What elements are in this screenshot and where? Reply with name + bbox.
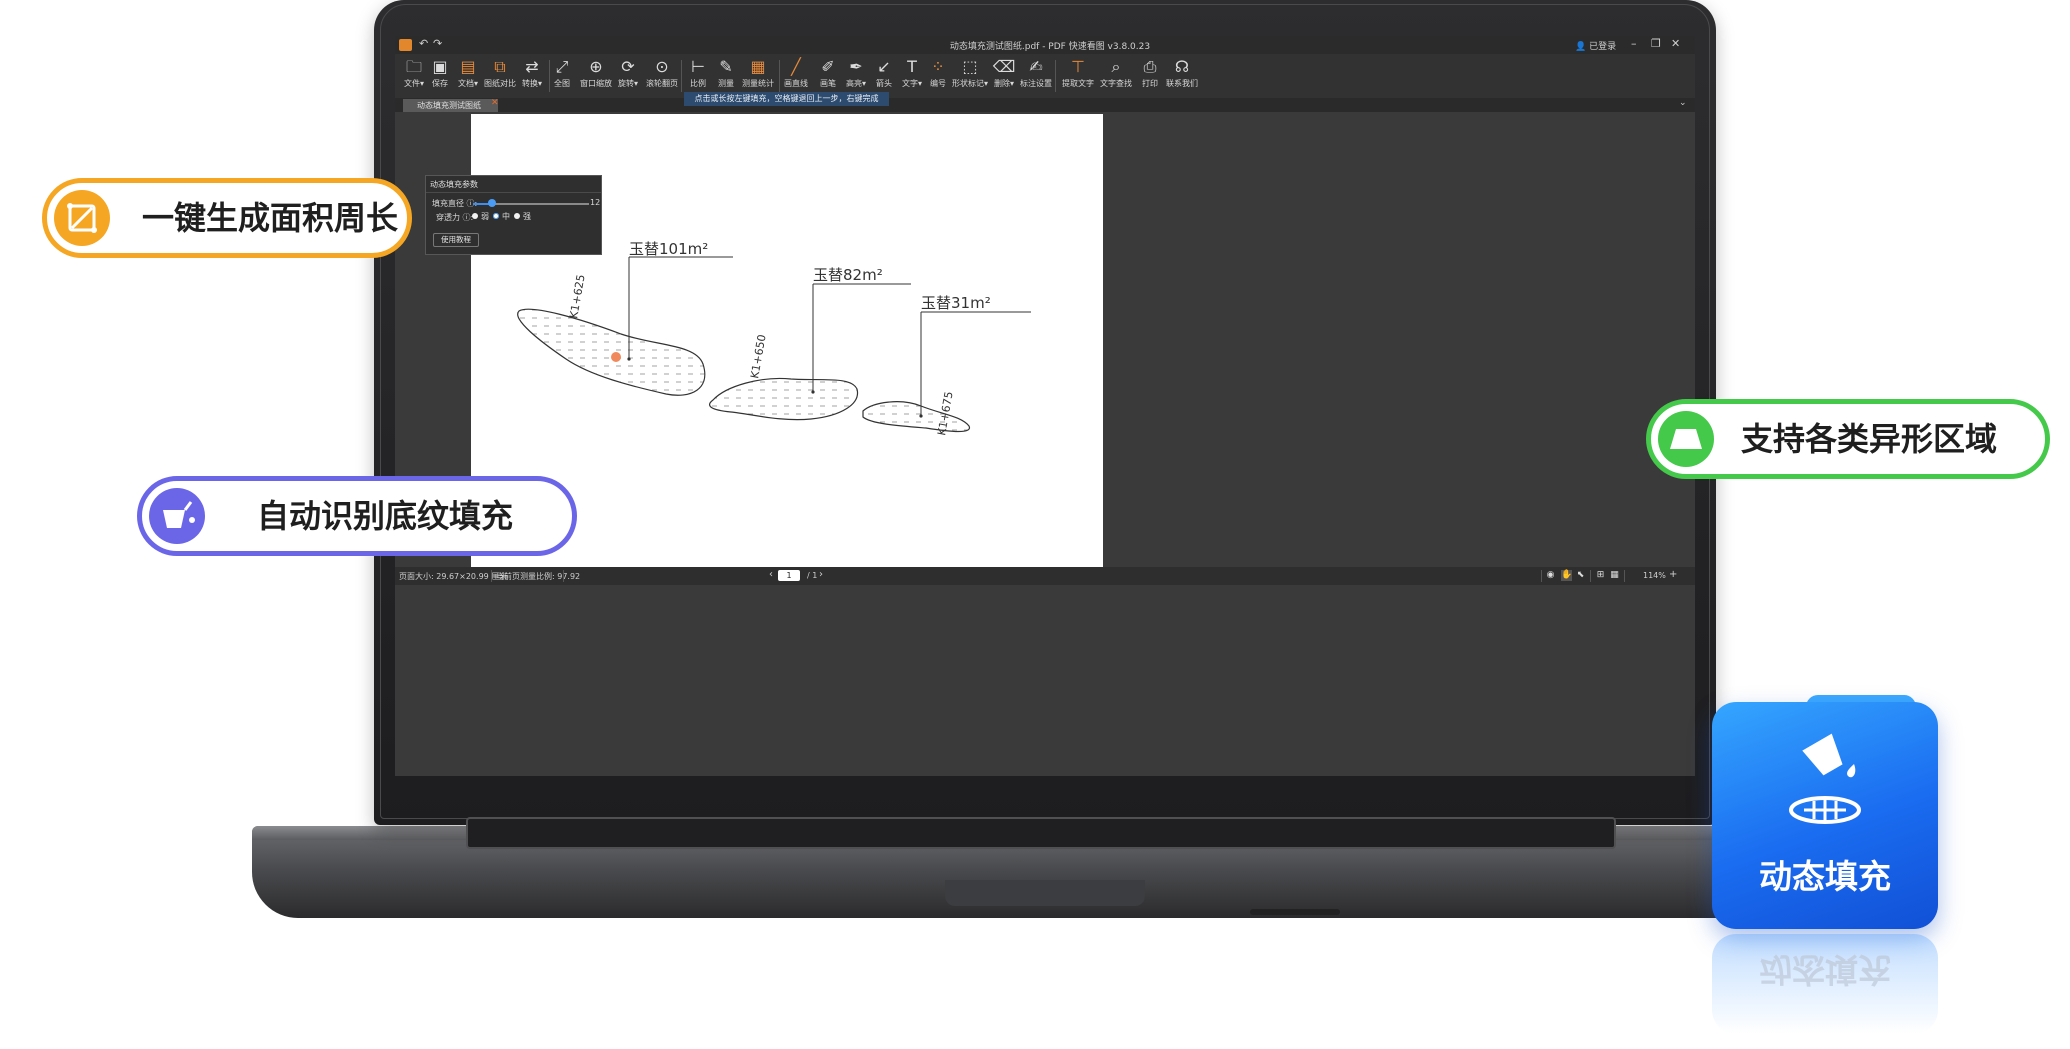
penetration-label: 穿透力 ⓘ:: [436, 213, 474, 222]
irregular-shape-icon: [1658, 411, 1714, 467]
badge-auto-fill-label: 自动识别底纹填充: [257, 497, 514, 535]
label-2-name: 玉替: [813, 266, 843, 284]
minimize-icon[interactable]: –: [1631, 37, 1637, 50]
badge-auto-fill: 自动识别底纹填充: [137, 476, 577, 556]
select-icon[interactable]: ⬉: [1575, 570, 1586, 581]
status-divider: [1624, 570, 1625, 582]
hint-banner: 点击或长按左键填充，空格键退回上一步，右键完成: [684, 92, 889, 106]
tab-close-icon[interactable]: ✕: [491, 99, 500, 108]
tool-contact[interactable]: ☊ 联系我们: [1163, 54, 1201, 98]
label-1-area: 101m²: [659, 240, 708, 258]
feature-tile-reflection-label: 动态填充: [1759, 950, 1891, 989]
label-3-area: 31m²: [951, 294, 991, 312]
status-bar: 页面大小: 29.67×20.99 厘米 当前页测量比例: 97.92 ‹ 1 …: [395, 567, 1695, 585]
fill-diameter-value: 12: [590, 198, 601, 207]
radio-weak[interactable]: [472, 213, 478, 219]
tool-rotate[interactable]: ⟳ 旋转▾: [609, 54, 647, 98]
radio-strong-label: 强: [523, 212, 531, 221]
page-number-input[interactable]: 1: [778, 570, 800, 581]
undo-icon[interactable]: ↶: [419, 37, 428, 50]
title-bar: ↶ ↷ 动态填充测试图纸.pdf - PDF 快速看图 v3.8.0.23 👤 …: [395, 36, 1695, 54]
panel-title: 动态填充参数: [430, 180, 478, 189]
tutorial-button-label: 使用教程: [441, 235, 471, 244]
panel-divider: [426, 192, 601, 193]
stake-1: K1+625: [567, 274, 588, 320]
annotation-settings-icon: ✍: [1029, 57, 1043, 76]
badge-area-perimeter: 一键生成面积周长: [42, 178, 412, 258]
tool-annotation-settings[interactable]: ✍ 标注设置: [1017, 54, 1055, 98]
region-3: [862, 401, 970, 433]
measure-stats-icon: ▦: [750, 57, 766, 76]
status-divider: [491, 570, 492, 582]
measure-scale-text: 当前页测量比例: 97.92: [496, 572, 581, 581]
tutorial-button[interactable]: 使用教程: [433, 233, 479, 247]
radio-medium-label: 中: [502, 212, 510, 221]
label-3-name: 玉替: [921, 294, 951, 312]
app-logo-icon: [399, 39, 412, 51]
tool-find-text[interactable]: ⌕ 文字查找: [1097, 54, 1135, 98]
tool-extract-text[interactable]: ⊤ 提取文字: [1059, 54, 1097, 98]
document-tab-label: 动态填充测试图纸: [417, 101, 481, 110]
label-2-area: 82m²: [843, 266, 883, 284]
status-divider: [563, 570, 564, 582]
laptop-foot: [1250, 909, 1340, 915]
fill-diameter-label: 填充直径 ⓘ:: [432, 199, 478, 208]
headset-icon: ☊: [1174, 57, 1190, 76]
radio-medium[interactable]: [493, 213, 499, 219]
laptop-notch: [945, 880, 1145, 906]
badge-area-perimeter-label: 一键生成面积周长: [142, 199, 399, 237]
zoom-level[interactable]: 114%: [1643, 571, 1666, 580]
region-2: [709, 377, 859, 421]
extract-text-icon: ⊤: [1071, 57, 1085, 76]
shape-mark-icon: ⬚: [962, 57, 978, 76]
restore-icon[interactable]: ❐: [1651, 37, 1661, 50]
search-icon: ⌕: [1111, 57, 1121, 76]
tool-fit-all[interactable]: ⤢ 全图: [543, 54, 581, 98]
paint-bucket-icon: [1789, 733, 1861, 824]
app-screen: ↶ ↷ 动态填充测试图纸.pdf - PDF 快速看图 v3.8.0.23 👤 …: [395, 36, 1695, 776]
fill-cursor-point: [611, 352, 621, 362]
next-page-icon[interactable]: ›: [819, 569, 823, 580]
page-total: / 1: [807, 571, 818, 580]
fill-bucket-icon: [149, 488, 205, 544]
stake-2: K1+650: [748, 334, 769, 380]
mouse-wheel-icon: ⊙: [655, 57, 669, 76]
login-status[interactable]: 👤 已登录: [1575, 39, 1616, 52]
fill-params-panel: 动态填充参数 填充直径 ⓘ: 12 穿透力 ⓘ: 弱 中 强 使用教程: [425, 175, 602, 255]
badge-irregular-area-label: 支持各类异形区域: [1741, 420, 1998, 458]
label-1-name: 玉替: [629, 240, 659, 258]
pan-icon[interactable]: ✋: [1561, 570, 1572, 581]
badge-irregular-area: 支持各类异形区域: [1646, 399, 2050, 479]
main-toolbar: 🗀 文件▾ ▣ 保存 ▤ 文档▾ ⧉ 图纸对比 ⇄ 转换▾ ⤢ 全图 ⊕ 窗口缩放 ⟳ 旋转▾ …: [395, 54, 1695, 98]
area-perimeter-icon: [54, 190, 110, 246]
laptop-keyboard: [466, 817, 1616, 849]
radio-weak-label: 弱: [481, 212, 489, 221]
feature-tile-label: 动态填充: [1759, 857, 1891, 896]
tool-shape-mark[interactable]: ⬚ 形状标记▾: [951, 54, 989, 98]
redo-icon[interactable]: ↷: [433, 37, 442, 50]
slider-knob[interactable]: [488, 199, 496, 207]
login-label: 已登录: [1589, 42, 1617, 52]
prev-page-icon[interactable]: ‹: [769, 569, 773, 580]
region-1: [517, 308, 706, 396]
status-divider: [1590, 570, 1591, 582]
rotate-icon: ⟳: [621, 57, 635, 76]
toolbar-divider: [1055, 60, 1056, 92]
document-tab-bar: 动态填充测试图纸 ✕ ⌄: [395, 98, 1695, 112]
feature-tile-reflection: 动态填充: [1712, 934, 1938, 1034]
grid-view-icon[interactable]: ⊞: [1595, 570, 1606, 581]
chevron-down-icon[interactable]: ⌄: [1679, 98, 1687, 108]
radio-strong[interactable]: [514, 213, 520, 219]
fit-all-icon: ⤢: [555, 57, 569, 76]
status-divider: [1541, 570, 1542, 582]
eye-icon[interactable]: ◉: [1545, 570, 1556, 581]
document-tab[interactable]: 动态填充测试图纸 ✕: [403, 99, 500, 112]
close-icon[interactable]: ✕: [1671, 37, 1680, 50]
zoom-in-icon[interactable]: +: [1669, 569, 1677, 580]
tool-wheel-page[interactable]: ⊙ 滚轮翻页: [643, 54, 681, 98]
window-title: 动态填充测试图纸.pdf - PDF 快速看图 v3.8.0.23: [949, 42, 1151, 52]
list-view-icon[interactable]: ▦: [1609, 570, 1620, 581]
